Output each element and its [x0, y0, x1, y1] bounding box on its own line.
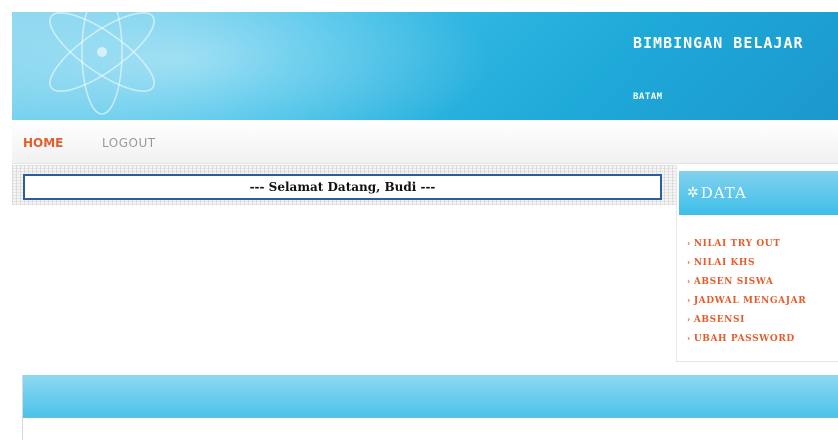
atom-icon: [49, 12, 155, 115]
chevron-right-icon: ›: [687, 295, 691, 305]
sidebar-item-ubah-password[interactable]: › UBAH PASSWORD: [687, 329, 806, 348]
site-title: BIMBINGAN BELAJAR: [633, 34, 804, 52]
nav-logout-link[interactable]: LOGOUT: [102, 136, 156, 150]
sidebar-header: ✲ DATA: [679, 171, 838, 215]
sidebar-item-label: ABSENSI: [693, 315, 745, 325]
sidebar-title: DATA: [700, 184, 747, 202]
content-panel: [22, 375, 838, 440]
sidebar-item-label: UBAH PASSWORD: [693, 334, 795, 344]
sidebar-menu: › NILAI TRY OUT › NILAI KHS › ABSEN SISWA ›…: [687, 234, 806, 348]
sidebar-item-absen-siswa[interactable]: › ABSEN SISWA: [687, 272, 806, 291]
chevron-right-icon: ›: [687, 314, 691, 324]
chevron-right-icon: ›: [687, 333, 691, 343]
sidebar-item-label: ABSEN SISWA: [693, 277, 774, 287]
chevron-right-icon: ›: [687, 276, 691, 286]
sidebar-item-label: NILAI KHS: [693, 258, 756, 268]
main-nav: HOME LOGOUT: [12, 121, 838, 164]
sidebar-item-nilai-khs[interactable]: › NILAI KHS: [687, 253, 806, 272]
site-subtitle: BATAM: [633, 92, 663, 102]
sidebar-item-jadwal-mengajar[interactable]: › JADWAL MENGAJAR: [687, 291, 806, 310]
site-header: BIMBINGAN BELAJAR BATAM: [12, 12, 838, 120]
chevron-right-icon: ›: [687, 257, 691, 267]
nav-home-link[interactable]: HOME: [23, 136, 63, 150]
welcome-banner: --- Selamat Datang, Budi ---: [23, 174, 662, 200]
asterisk-icon: ✲: [687, 185, 699, 201]
sidebar-item-label: NILAI TRY OUT: [693, 239, 781, 249]
welcome-text: --- Selamat Datang, Budi ---: [249, 180, 436, 194]
sidebar: ✲ DATA › NILAI TRY OUT › NILAI KHS › ABSEN …: [676, 165, 838, 362]
sidebar-item-absensi[interactable]: › ABSENSI: [687, 310, 806, 329]
content-header: [23, 375, 838, 418]
sidebar-item-label: JADWAL MENGAJAR: [693, 296, 807, 306]
chevron-right-icon: ›: [687, 238, 691, 248]
sidebar-item-nilai-try-out[interactable]: › NILAI TRY OUT: [687, 234, 806, 253]
